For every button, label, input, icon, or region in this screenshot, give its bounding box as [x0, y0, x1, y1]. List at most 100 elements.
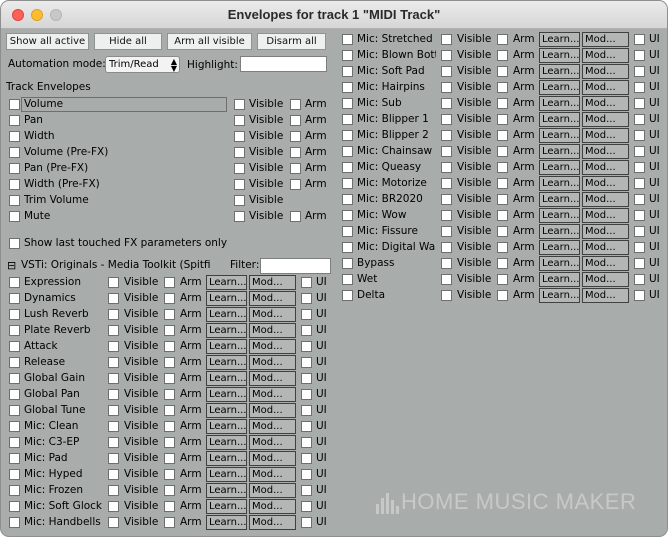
ui-checkbox[interactable] — [634, 82, 645, 93]
ui-checkbox[interactable] — [301, 469, 312, 480]
learn-button[interactable]: Learn... — [539, 32, 580, 47]
envelope-name[interactable]: Width — [21, 129, 227, 144]
learn-button[interactable]: Learn... — [539, 64, 580, 79]
visible-checkbox[interactable] — [108, 421, 119, 432]
visible-checkbox[interactable] — [108, 453, 119, 464]
mod-button[interactable]: Mod... — [249, 483, 296, 498]
visible-checkbox[interactable] — [234, 195, 245, 206]
learn-button[interactable]: Learn... — [206, 483, 247, 498]
mod-button[interactable]: Mod... — [582, 208, 629, 223]
param-checkbox[interactable] — [342, 242, 353, 253]
arm-checkbox[interactable] — [497, 290, 508, 301]
learn-button[interactable]: Learn... — [206, 419, 247, 434]
param-checkbox[interactable] — [9, 325, 20, 336]
param-checkbox[interactable] — [342, 258, 353, 269]
arm-checkbox[interactable] — [290, 99, 301, 110]
learn-button[interactable]: Learn... — [539, 256, 580, 271]
param-checkbox[interactable] — [9, 309, 20, 320]
learn-button[interactable]: Learn... — [206, 515, 247, 530]
arm-checkbox[interactable] — [497, 146, 508, 157]
visible-checkbox[interactable] — [108, 277, 119, 288]
param-checkbox[interactable] — [342, 194, 353, 205]
visible-checkbox[interactable] — [234, 163, 245, 174]
visible-checkbox[interactable] — [441, 146, 452, 157]
mod-button[interactable]: Mod... — [582, 272, 629, 287]
envelope-checkbox[interactable] — [9, 195, 20, 206]
ui-checkbox[interactable] — [634, 258, 645, 269]
ui-checkbox[interactable] — [301, 341, 312, 352]
param-checkbox[interactable] — [342, 66, 353, 77]
arm-checkbox[interactable] — [164, 485, 175, 496]
param-checkbox[interactable] — [9, 421, 20, 432]
ui-checkbox[interactable] — [301, 501, 312, 512]
mod-button[interactable]: Mod... — [582, 176, 629, 191]
mod-button[interactable]: Mod... — [249, 371, 296, 386]
visible-checkbox[interactable] — [441, 114, 452, 125]
hide-all-button[interactable]: Hide all — [94, 33, 162, 50]
ui-checkbox[interactable] — [301, 421, 312, 432]
param-checkbox[interactable] — [9, 517, 20, 528]
visible-checkbox[interactable] — [441, 226, 452, 237]
arm-checkbox[interactable] — [497, 66, 508, 77]
arm-checkbox[interactable] — [497, 226, 508, 237]
ui-checkbox[interactable] — [301, 293, 312, 304]
param-checkbox[interactable] — [9, 405, 20, 416]
ui-checkbox[interactable] — [301, 405, 312, 416]
param-checkbox[interactable] — [342, 114, 353, 125]
learn-button[interactable]: Learn... — [539, 192, 580, 207]
mod-button[interactable]: Mod... — [582, 144, 629, 159]
envelope-checkbox[interactable] — [9, 211, 20, 222]
envelope-name[interactable]: Trim Volume — [21, 193, 227, 208]
envelope-name[interactable]: Mute — [21, 209, 227, 224]
mod-button[interactable]: Mod... — [249, 355, 296, 370]
envelope-checkbox[interactable] — [9, 179, 20, 190]
arm-checkbox[interactable] — [164, 389, 175, 400]
visible-checkbox[interactable] — [108, 485, 119, 496]
arm-checkbox[interactable] — [497, 194, 508, 205]
param-checkbox[interactable] — [342, 82, 353, 93]
mod-button[interactable]: Mod... — [249, 467, 296, 482]
mod-button[interactable]: Mod... — [249, 515, 296, 530]
mod-button[interactable]: Mod... — [249, 339, 296, 354]
visible-checkbox[interactable] — [441, 34, 452, 45]
arm-checkbox[interactable] — [164, 501, 175, 512]
visible-checkbox[interactable] — [234, 99, 245, 110]
visible-checkbox[interactable] — [108, 469, 119, 480]
arm-checkbox[interactable] — [497, 178, 508, 189]
mod-button[interactable]: Mod... — [582, 48, 629, 63]
param-checkbox[interactable] — [9, 341, 20, 352]
param-checkbox[interactable] — [342, 50, 353, 61]
arm-checkbox[interactable] — [164, 373, 175, 384]
arm-checkbox[interactable] — [497, 50, 508, 61]
visible-checkbox[interactable] — [441, 178, 452, 189]
mod-button[interactable]: Mod... — [249, 387, 296, 402]
learn-button[interactable]: Learn... — [539, 144, 580, 159]
visible-checkbox[interactable] — [108, 373, 119, 384]
visible-checkbox[interactable] — [441, 274, 452, 285]
mod-button[interactable]: Mod... — [582, 160, 629, 175]
envelope-name[interactable]: Pan — [21, 113, 227, 128]
visible-checkbox[interactable] — [441, 290, 452, 301]
param-checkbox[interactable] — [342, 130, 353, 141]
arm-checkbox[interactable] — [290, 115, 301, 126]
learn-button[interactable]: Learn... — [206, 291, 247, 306]
ui-checkbox[interactable] — [634, 114, 645, 125]
arm-checkbox[interactable] — [497, 162, 508, 173]
visible-checkbox[interactable] — [441, 258, 452, 269]
param-checkbox[interactable] — [9, 437, 20, 448]
envelope-checkbox[interactable] — [9, 115, 20, 126]
arm-checkbox[interactable] — [164, 405, 175, 416]
show-all-active-button[interactable]: Show all active — [6, 33, 89, 50]
arm-checkbox[interactable] — [497, 82, 508, 93]
learn-button[interactable]: Learn... — [206, 307, 247, 322]
arm-checkbox[interactable] — [497, 114, 508, 125]
mod-button[interactable]: Mod... — [249, 403, 296, 418]
learn-button[interactable]: Learn... — [539, 80, 580, 95]
mod-button[interactable]: Mod... — [582, 96, 629, 111]
visible-checkbox[interactable] — [441, 130, 452, 141]
visible-checkbox[interactable] — [108, 517, 119, 528]
arm-checkbox[interactable] — [164, 517, 175, 528]
show-last-touched-checkbox[interactable] — [9, 238, 20, 249]
learn-button[interactable]: Learn... — [539, 176, 580, 191]
envelope-checkbox[interactable] — [9, 147, 20, 158]
